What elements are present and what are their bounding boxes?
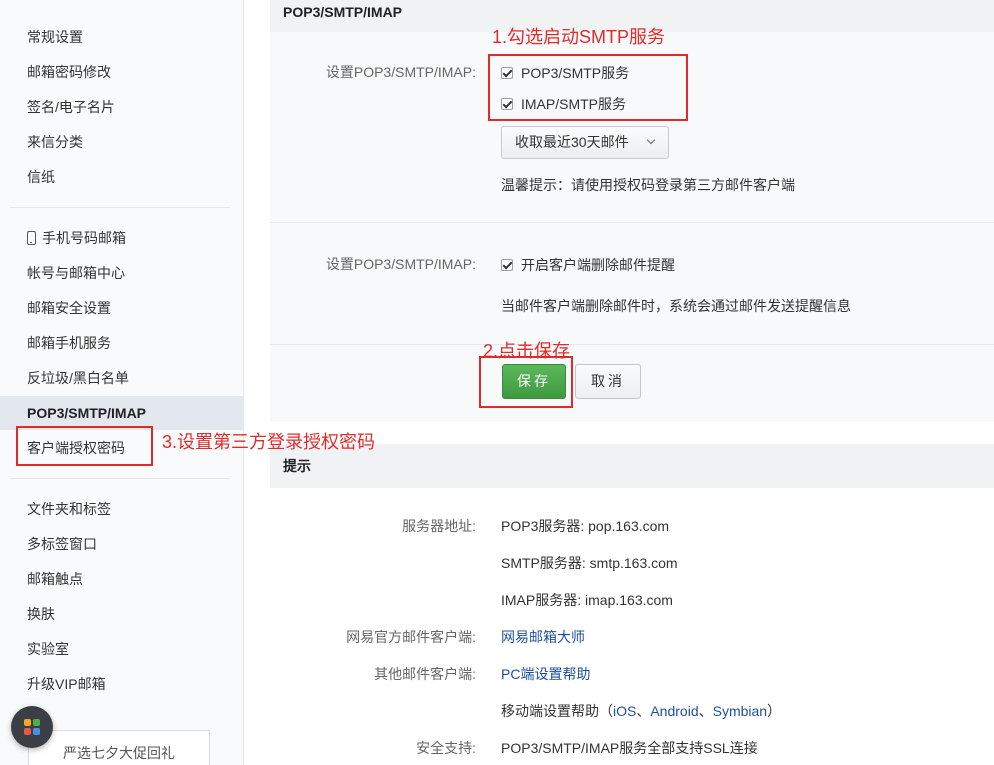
highlight-box-save <box>479 356 573 408</box>
settings-sidebar: 常规设置 邮箱密码修改 签名/电子名片 来信分类 信纸 手机号码邮箱 帐号与邮箱… <box>0 0 244 765</box>
sidebar-divider <box>10 207 230 208</box>
sidebar-divider <box>10 478 230 479</box>
annotation-step3: 3.设置第三方登录授权密码 <box>162 432 376 452</box>
sidebar-item-upgrade-vip[interactable]: 升级VIP邮箱 <box>0 667 244 701</box>
apps-launcher-button[interactable] <box>11 706 53 748</box>
apps-grid-icon <box>33 728 40 735</box>
mobile-help: 移动端设置帮助（iOS、Android、Symbian） <box>501 701 781 721</box>
mobile-help-text: 移动端设置帮助（ <box>501 703 613 719</box>
separator: 、 <box>636 703 651 719</box>
promo-banner[interactable]: 严选七夕大促回礼 <box>28 730 210 765</box>
sidebar-item-multi-tab[interactable]: 多标签窗口 <box>0 527 244 561</box>
highlight-box-auth-password <box>16 426 153 466</box>
checkbox-checked-icon <box>501 259 513 271</box>
official-client-label: 网易官方邮件客户端: <box>346 629 476 645</box>
sidebar-item-skin[interactable]: 换肤 <box>0 597 244 631</box>
delete-reminder-checkbox[interactable]: 开启客户端删除邮件提醒 <box>501 255 675 275</box>
apps-grid-icon <box>33 719 40 726</box>
chevron-down-icon <box>646 135 656 145</box>
annotation-step1: 1.勾选启动SMTP服务 <box>492 27 666 47</box>
sidebar-item-general[interactable]: 常规设置 <box>0 20 244 54</box>
sidebar-item-security[interactable]: 邮箱安全设置 <box>0 291 244 325</box>
sidebar-item-stationery[interactable]: 信纸 <box>0 160 244 194</box>
imap-server: IMAP服务器: imap.163.com <box>501 592 673 608</box>
ssl-support: POP3/SMTP/IMAP服务全部支持SSL连接 <box>501 740 758 756</box>
pop3-setting-label: 设置POP3/SMTP/IMAP: <box>325 64 476 80</box>
receive-range-select[interactable]: 收取最近30天邮件 <box>501 126 669 159</box>
cancel-button[interactable]: 取消 <box>575 364 641 399</box>
smtp-server: SMTP服务器: smtp.163.com <box>501 555 678 571</box>
ios-link[interactable]: iOS <box>613 703 636 719</box>
auth-code-tip: 温馨提示：请使用授权码登录第三方邮件客户端 <box>501 177 795 193</box>
sidebar-item-label: 手机号码邮箱 <box>42 230 126 246</box>
annotation-step2: 2.点击保存 <box>483 341 571 361</box>
select-value: 收取最近30天邮件 <box>515 134 629 150</box>
delete-reminder-label: 设置POP3/SMTP/IMAP: <box>325 256 476 272</box>
divider <box>270 222 994 223</box>
phone-icon <box>27 231 36 245</box>
mail-master-link[interactable]: 网易邮箱大师 <box>501 627 585 647</box>
sidebar-item-lab[interactable]: 实验室 <box>0 632 244 666</box>
sidebar-item-antispam[interactable]: 反垃圾/黑白名单 <box>0 361 244 395</box>
delete-reminder-desc: 当邮件客户端删除邮件时，系统会通过邮件发送提醒信息 <box>501 298 851 314</box>
sidebar-item-password[interactable]: 邮箱密码修改 <box>0 55 244 89</box>
sidebar-item-phone-service[interactable]: 邮箱手机服务 <box>0 326 244 360</box>
sidebar-item-mobile-mailbox[interactable]: 手机号码邮箱 <box>0 221 244 255</box>
apps-grid-icon <box>24 719 31 726</box>
pc-help-link[interactable]: PC端设置帮助 <box>501 664 590 684</box>
apps-grid-icon <box>24 728 31 735</box>
separator: 、 <box>698 703 713 719</box>
server-address-label: 服务器地址: <box>402 518 476 534</box>
symbian-link[interactable]: Symbian <box>713 703 767 719</box>
sidebar-item-account-center[interactable]: 帐号与邮箱中心 <box>0 256 244 290</box>
sidebar-item-mail-filter[interactable]: 来信分类 <box>0 125 244 159</box>
highlight-box-checkboxes <box>488 54 688 121</box>
sidebar-item-folders-labels[interactable]: 文件夹和标签 <box>0 492 244 526</box>
security-label: 安全支持: <box>416 740 476 756</box>
sidebar-item-mail-touch[interactable]: 邮箱触点 <box>0 562 244 596</box>
checkbox-label: 开启客户端删除邮件提醒 <box>521 257 675 273</box>
section-title-tips: 提示 <box>270 444 994 488</box>
mobile-help-text: ） <box>767 703 782 719</box>
android-link[interactable]: Android <box>650 703 698 719</box>
other-client-label: 其他邮件客户端: <box>374 666 476 682</box>
divider <box>270 344 994 345</box>
pop3-server: POP3服务器: pop.163.com <box>501 518 670 534</box>
sidebar-item-signature[interactable]: 签名/电子名片 <box>0 90 244 124</box>
sidebar-item-pop3-smtp-imap[interactable]: POP3/SMTP/IMAP <box>0 396 244 430</box>
